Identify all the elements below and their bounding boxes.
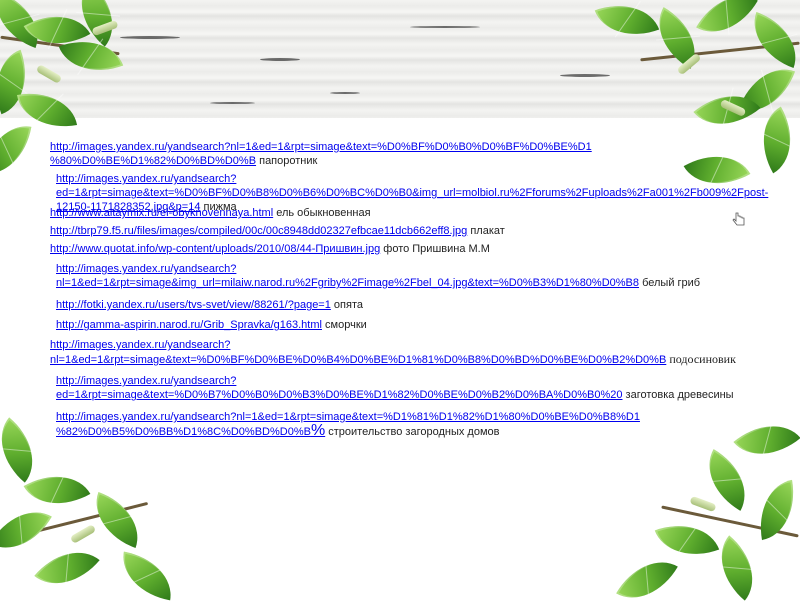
list-item: http://gamma-aspirin.narod.ru/Grib_Sprav… — [56, 318, 746, 332]
link-label: заготовка древесины — [625, 389, 734, 401]
list-item: http://images.yandex.ru/yandsearch?nl=1&… — [50, 338, 750, 367]
link-label: фото Пришвина М.М — [383, 243, 490, 255]
list-item: http://www.quotat.info/wp-content/upload… — [50, 242, 740, 256]
link-url[interactable]: http://www.quotat.info/wp-content/upload… — [50, 243, 380, 255]
link-label: ель обыкновенная — [276, 207, 371, 219]
link-label: белый гриб — [642, 277, 701, 289]
link-label: плакат — [470, 225, 505, 237]
link-url-suffix: % — [310, 422, 326, 439]
link-url[interactable]: http://www.altaymix.ru/el-obyknovennaya.… — [50, 207, 273, 219]
link-url[interactable]: http://images.yandex.ru/yandsearch?nl=1&… — [50, 141, 592, 167]
list-item: http://www.altaymix.ru/el-obyknovennaya.… — [50, 206, 740, 220]
link-label: папоротник — [259, 155, 318, 167]
link-label: опята — [333, 299, 363, 311]
link-url[interactable]: http://tbrp79.f5.ru/files/images/compile… — [50, 225, 467, 237]
hand-cursor-icon — [732, 212, 745, 226]
references-list: http://images.yandex.ru/yandsearch?nl=1&… — [0, 0, 800, 600]
link-url[interactable]: http://gamma-aspirin.narod.ru/Grib_Sprav… — [56, 319, 322, 331]
list-item: http://images.yandex.ru/yandsearch?nl=1&… — [56, 262, 756, 290]
list-item: http://tbrp79.f5.ru/files/images/compile… — [50, 224, 740, 238]
link-url[interactable]: http://fotki.yandex.ru/users/tvs-svet/vi… — [56, 299, 331, 311]
link-url[interactable]: http://images.yandex.ru/yandsearch?ed=1&… — [56, 375, 622, 401]
link-label: сморчки — [325, 319, 367, 331]
list-item: http://images.yandex.ru/yandsearch?nl=1&… — [56, 410, 736, 439]
link-url[interactable]: http://images.yandex.ru/yandsearch?nl=1&… — [50, 339, 666, 366]
link-label: строительство загородных домов — [328, 426, 500, 438]
list-item: http://images.yandex.ru/yandsearch?nl=1&… — [50, 140, 720, 168]
link-url[interactable]: http://images.yandex.ru/yandsearch?nl=1&… — [56, 263, 639, 289]
link-label: подосиновик — [669, 352, 736, 366]
list-item: http://fotki.yandex.ru/users/tvs-svet/vi… — [56, 298, 746, 312]
list-item: http://images.yandex.ru/yandsearch?ed=1&… — [56, 374, 746, 402]
